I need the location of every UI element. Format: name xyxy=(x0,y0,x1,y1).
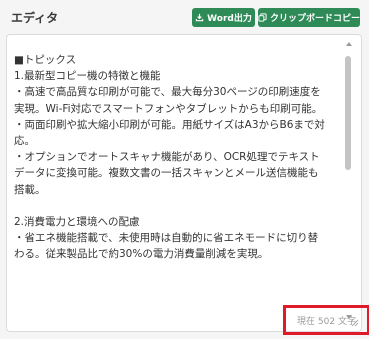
editor-line: データに変換可能。複数文書の一括スキャンとメール送信機能も xyxy=(14,167,319,180)
scrollbar-thumb[interactable] xyxy=(345,56,351,170)
char-count-highlight: 現在 502 文字 xyxy=(283,305,369,335)
editor-line: 1.最新型コピー機の特徴と機能 xyxy=(14,70,161,83)
editor-line: 実現。Wi-Fi対応でスマートフォンやタブレットからも印刷可能。 xyxy=(14,102,323,115)
editor-line: ■トピックス xyxy=(14,54,77,66)
word-export-button[interactable]: Word出力 xyxy=(192,8,255,27)
editor-line: ・両面印刷や拡大縮小印刷が可能。用紙サイズはA3からB6まで対 xyxy=(14,118,325,131)
editor-textarea[interactable]: ■トピックス 1.最新型コピー機の特徴と機能 ・高速で高品質な印刷が可能で、最大… xyxy=(6,34,362,332)
editor-line: 応。 xyxy=(14,134,35,147)
scroll-up-arrow-icon[interactable] xyxy=(346,42,352,46)
editor-title: エディタ xyxy=(11,11,59,25)
copy-icon xyxy=(258,13,267,22)
editor-line: 搭載。 xyxy=(14,183,46,196)
editor-line: ・省エネ機能搭載で、未使用時は自動的に省エネモードに切り替 xyxy=(14,232,319,245)
clipboard-copy-label: クリップボードコピー xyxy=(270,14,361,24)
char-count: 現在 502 文字 xyxy=(297,316,356,327)
word-export-label: Word出力 xyxy=(207,14,252,24)
editor-line: 2.消費電力と環境への配慮 xyxy=(14,215,140,228)
clipboard-copy-button[interactable]: クリップボードコピー xyxy=(258,8,360,27)
editor-line: ・高速で高品質な印刷が可能で、最大毎分30ページの印刷速度を xyxy=(14,86,321,99)
editor-content[interactable]: ■トピックス 1.最新型コピー機の特徴と機能 ・高速で高品質な印刷が可能で、最大… xyxy=(14,52,338,262)
editor-line: わる。従来製品比で約30%の電力消費量削減を実現。 xyxy=(14,248,269,261)
download-icon xyxy=(195,13,204,22)
editor-line: ・オプションでオートスキャナ機能があり、OCR処理でテキスト xyxy=(14,151,320,164)
